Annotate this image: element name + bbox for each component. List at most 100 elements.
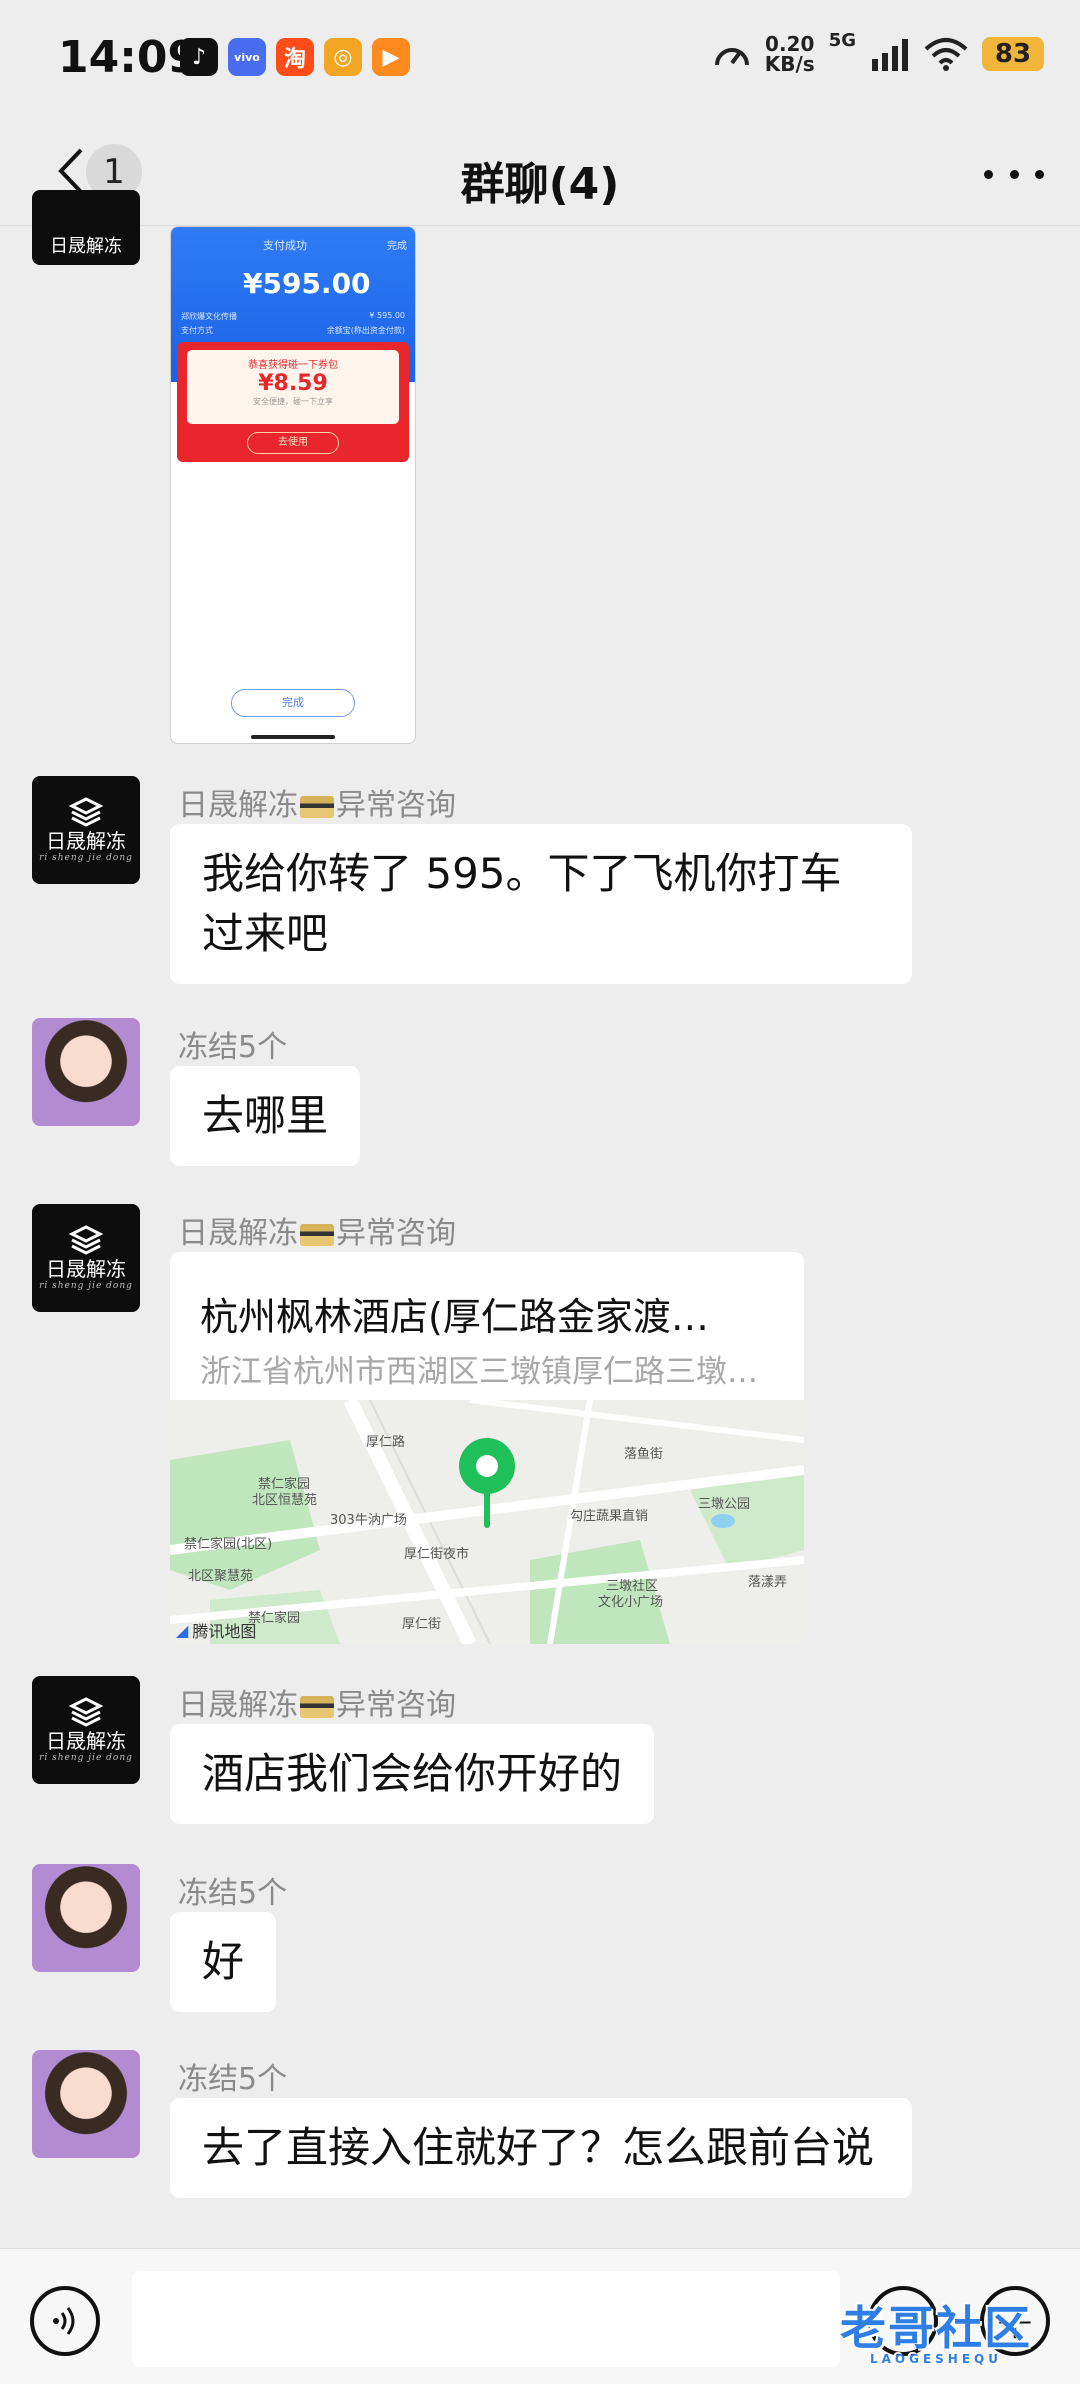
map-label: 勾庄蔬果直销 xyxy=(570,1508,648,1524)
avatar-subtext: ri sheng jie dong xyxy=(39,1281,133,1291)
map-label: 禁仁家园 xyxy=(258,1476,310,1492)
sender-name: 日晟解冻 异常咨询 xyxy=(178,1680,456,1724)
dot-icon xyxy=(984,169,993,179)
message-bubble[interactable]: 酒店我们会给你开好的 xyxy=(170,1724,655,1824)
map-label: 落漾弄 xyxy=(748,1575,787,1590)
more-options-button[interactable] xyxy=(984,154,1044,194)
red-packet-inner: 恭喜获得碰一下券包 ¥8.59 安全便捷，碰一下立享 xyxy=(187,350,399,424)
payment-row-value: 余额宝(称出资金付款) xyxy=(326,326,405,335)
sender-name: 冻结5个 xyxy=(178,2062,288,2097)
avatar-subtext: ri sheng jie dong xyxy=(39,853,133,863)
payment-row-label: 郑欣爆文化传播 xyxy=(181,312,237,321)
network-type: 5G xyxy=(828,29,856,51)
message-bubble[interactable]: 去了直接入住就好了？怎么跟前台说 xyxy=(170,2098,912,2198)
message-bubble[interactable]: 去哪里 xyxy=(170,1066,361,1166)
logo-icon xyxy=(68,797,104,827)
red-packet-button: 去使用 xyxy=(247,432,339,454)
map-label: 厚仁街 xyxy=(402,1617,441,1632)
avatar[interactable]: 日晟解冻 ri sheng jie dong xyxy=(32,1204,140,1312)
bank-card-icon xyxy=(300,1695,334,1718)
chat-title: 群聊(4) xyxy=(460,159,620,210)
home-indicator xyxy=(251,735,335,739)
sender-name-suffix: 异常咨询 xyxy=(336,788,456,823)
avatar[interactable]: 日晟解冻 ri sheng jie dong xyxy=(32,1676,140,1784)
payment-status: 支付成功 xyxy=(263,239,307,252)
watermark: 老哥社区 LAOGESHEQU xyxy=(840,2292,1032,2366)
sender-name-text: 日晟解冻 xyxy=(178,1216,298,1251)
map-label: 文化小广场 xyxy=(598,1595,663,1610)
status-bar: 14:09 ♪ vivo 淘 ◎ ▶ 0.20 KB/s 5G 83 xyxy=(0,0,1080,118)
status-time: 14:09 xyxy=(58,32,199,83)
map-provider-label: 腾讯地图 xyxy=(192,1622,257,1641)
bank-card-icon xyxy=(300,795,334,818)
video-icon: ▶ xyxy=(372,38,410,76)
map-label: 北区聚慧苑 xyxy=(188,1568,253,1584)
map-label: 303牛汭广场 xyxy=(330,1513,407,1528)
payment-row-value: ¥ 595.00 xyxy=(369,311,405,320)
map-label: 三墩公园 xyxy=(698,1497,750,1512)
location-card[interactable]: 杭州枫林酒店(厚仁路金家渡… 浙江省杭州市西湖区三墩镇厚仁路三墩… 禁仁家园 北… xyxy=(170,1252,804,1644)
avatar[interactable] xyxy=(32,1864,140,1972)
payment-done-top: 完成 xyxy=(387,241,407,252)
avatar-text: 日晟解冻 xyxy=(46,1257,126,1281)
status-app-icons: ♪ vivo 淘 ◎ ▶ xyxy=(180,38,410,76)
avatar[interactable]: 日晟解冻 xyxy=(32,190,140,265)
map-label: 北区恒慧苑 xyxy=(252,1492,317,1508)
dot-icon xyxy=(1035,169,1044,179)
sender-name-text: 日晟解冻 xyxy=(178,1688,298,1723)
map-label: 厚仁街夜市 xyxy=(404,1546,469,1562)
voice-icon xyxy=(53,2307,75,2335)
map-label: 厚仁路 xyxy=(366,1434,405,1450)
red-packet: 恭喜获得碰一下券包 ¥8.59 安全便捷，碰一下立享 去使用 xyxy=(177,342,409,462)
payment-row: 郑欣爆文化传播 ¥ 595.00 xyxy=(181,311,405,322)
map-label: 落鱼街 xyxy=(624,1446,663,1462)
message-bubble[interactable]: 我给你转了 595。下了飞机你打车过来吧 xyxy=(170,824,912,984)
avatar[interactable] xyxy=(32,2050,140,2158)
sender-name-suffix: 异常咨询 xyxy=(336,1688,456,1723)
logo-icon xyxy=(68,1225,104,1255)
wifi-icon xyxy=(924,38,968,71)
message-input[interactable] xyxy=(132,2271,840,2367)
location-address: 浙江省杭州市西湖区三墩镇厚仁路三墩… xyxy=(200,1354,758,1390)
avatar[interactable]: 日晟解冻 ri sheng jie dong xyxy=(32,776,140,884)
payment-amount: ¥595.00 xyxy=(243,267,371,300)
speedometer-icon xyxy=(714,48,749,66)
payment-done-button: 完成 xyxy=(231,689,355,717)
map-attribution: ◢ 腾讯地图 xyxy=(176,1618,256,1642)
logo-icon xyxy=(68,1697,104,1727)
payment-row-label: 支付方式 xyxy=(181,326,213,335)
red-packet-subtitle: 安全便捷，碰一下立享 xyxy=(253,397,333,406)
sender-name: 日晟解冻 异常咨询 xyxy=(178,1208,456,1252)
red-packet-amount: ¥8.59 xyxy=(258,371,328,396)
taobao-icon: 淘 xyxy=(276,38,314,76)
app-icon: ◎ xyxy=(324,38,362,76)
tiktok-icon: ♪ xyxy=(180,38,218,76)
net-speed-value: 0.20 xyxy=(765,32,815,56)
map-provider-icon: ◢ xyxy=(176,1620,189,1640)
red-packet-title: 恭喜获得碰一下券包 xyxy=(248,360,338,371)
dot-icon xyxy=(1009,169,1019,179)
location-map: 禁仁家园 北区恒慧苑 303牛汭广场 禁仁家园(北区) 北区聚慧苑 禁仁家园 厚… xyxy=(170,1400,804,1644)
sender-name: 冻结5个 xyxy=(178,1030,288,1065)
map-label: 禁仁家园(北区) xyxy=(184,1536,272,1552)
avatar-text: 日晟解冻 xyxy=(46,1729,126,1753)
vivo-icon: vivo xyxy=(228,38,266,76)
sender-name: 日晟解冻 异常咨询 xyxy=(178,780,456,824)
bank-card-icon xyxy=(300,1223,334,1246)
sender-name-text: 日晟解冻 xyxy=(178,788,298,823)
map-label: 三墩社区 xyxy=(606,1578,658,1594)
voice-button[interactable] xyxy=(30,2286,100,2356)
message-bubble[interactable]: 好 xyxy=(170,1912,277,2012)
location-title: 杭州枫林酒店(厚仁路金家渡… xyxy=(200,1295,709,1339)
status-indicators: 0.20 KB/s 5G 83 xyxy=(713,30,1044,76)
image-message[interactable]: 支付成功 完成 ¥595.00 郑欣爆文化传播 ¥ 595.00 支付方式 余额… xyxy=(170,226,416,744)
avatar[interactable] xyxy=(32,1018,140,1126)
avatar-subtext: ri sheng jie dong xyxy=(39,1753,133,1763)
watermark-text: 老哥社区 xyxy=(840,2301,1032,2355)
battery-level: 83 xyxy=(982,37,1044,71)
avatar-text: 日晟解冻 xyxy=(50,236,122,257)
payment-row: 支付方式 余额宝(称出资金付款) xyxy=(181,325,405,336)
chat-header: 1 群聊(4) xyxy=(0,118,1080,226)
avatar-text: 日晟解冻 xyxy=(46,829,126,853)
net-speed-unit: KB/s xyxy=(764,52,815,76)
